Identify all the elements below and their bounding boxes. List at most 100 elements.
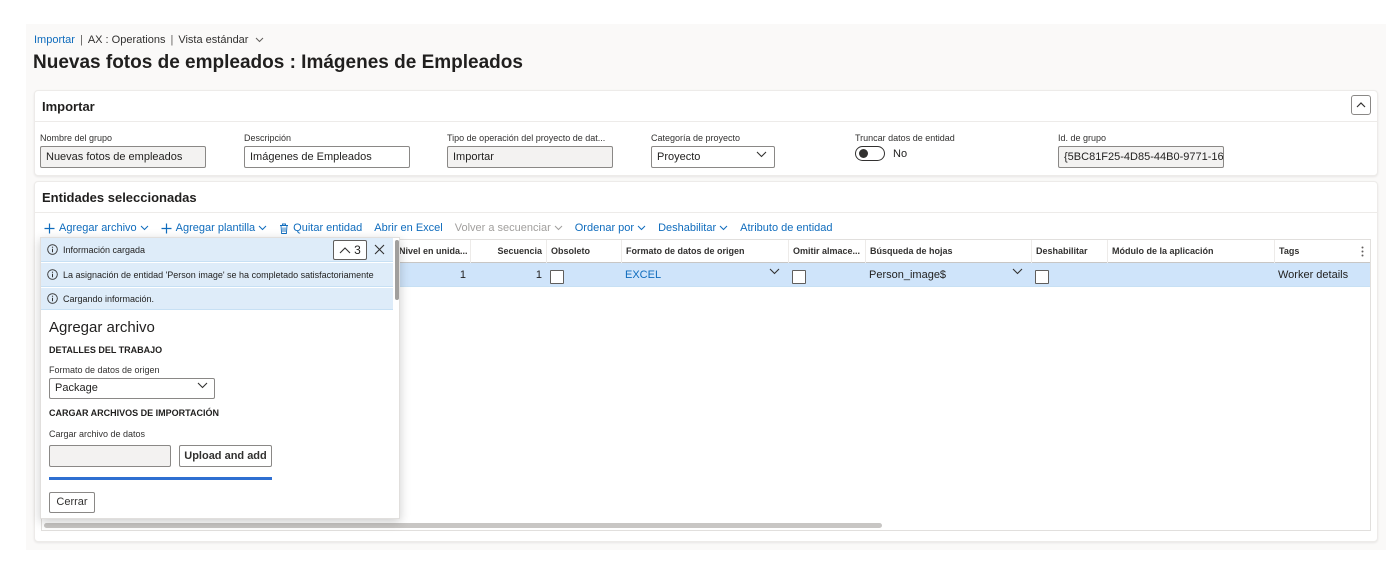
cell-disable	[1031, 263, 1107, 287]
column-header-sheet-lookup[interactable]: Búsqueda de hojas	[865, 240, 1031, 263]
open-excel-button[interactable]: Abrir en Excel	[374, 222, 442, 234]
cell-tags[interactable]: Worker details	[1274, 263, 1370, 287]
skip-staging-checkbox[interactable]	[792, 270, 806, 285]
chevron-down-icon	[554, 225, 563, 231]
column-header-obsolete[interactable]: Obsoleto	[546, 240, 621, 263]
add-file-label: Agregar archivo	[59, 222, 137, 234]
horizontal-scrollbar[interactable]	[44, 523, 882, 528]
panel-divider	[35, 121, 1377, 122]
cell-sheet-lookup[interactable]: Person_image$	[865, 263, 1031, 287]
info-icon	[47, 244, 58, 255]
column-header-sequence[interactable]: Secuencia	[470, 240, 546, 263]
chevron-down-icon	[637, 225, 646, 231]
remove-entity-button[interactable]: Quitar entidad	[279, 222, 362, 234]
chevron-up-icon	[339, 246, 351, 253]
chevron-down-icon	[769, 268, 780, 275]
panel-divider	[35, 212, 1377, 213]
add-file-button[interactable]: Agregar archivo	[44, 222, 149, 234]
cell-skip-staging	[788, 263, 865, 287]
disable-label: Deshabilitar	[658, 222, 717, 234]
cell-unit-level[interactable]: 1	[394, 263, 470, 287]
upload-progress-bar	[49, 477, 272, 480]
message-bar-info: Cargando información.	[41, 288, 393, 310]
collapse-button[interactable]	[1351, 95, 1371, 115]
resequence-label: Volver a secuenciar	[454, 222, 551, 234]
operation-type-input[interactable]: Importar	[447, 146, 613, 168]
message-count: 3	[354, 243, 361, 257]
close-icon	[374, 244, 384, 254]
breadcrumb: Importar | AX : Operations | Vista estándar	[34, 34, 264, 46]
group-id-label: Id. de grupo	[1058, 133, 1107, 143]
breadcrumb-company: AX : Operations	[87, 34, 166, 46]
chevron-down-icon	[258, 225, 267, 231]
cell-source-format[interactable]: EXCEL	[621, 263, 788, 287]
column-header-disable[interactable]: Deshabilitar	[1031, 240, 1107, 263]
import-panel-title[interactable]: Importar	[42, 99, 95, 114]
description-input[interactable]: Imágenes de Empleados	[244, 146, 410, 168]
message-count-button[interactable]: 3	[333, 240, 367, 260]
message-text: Cargando información.	[63, 293, 155, 304]
disable-button[interactable]: Deshabilitar	[658, 222, 728, 234]
project-category-field: Categoría de proyecto Proyecto	[651, 133, 775, 168]
entities-panel-title[interactable]: Entidades seleccionadas	[42, 190, 197, 205]
truncate-toggle[interactable]	[855, 146, 885, 161]
entity-attribute-button[interactable]: Atributo de entidad	[740, 222, 832, 234]
close-button[interactable]: Cerrar	[49, 492, 95, 513]
description-label: Descripción	[244, 133, 292, 143]
add-file-title: Agregar archivo	[49, 319, 155, 336]
group-name-input[interactable]: Nuevas fotos de empleados	[40, 146, 206, 168]
close-messages-button[interactable]	[372, 242, 386, 256]
toggle-knob	[859, 149, 868, 158]
entities-toolbar: Agregar archivo Agregar plantilla Quitar…	[44, 220, 845, 236]
column-header-unit-level[interactable]: Nivel en unida...	[394, 240, 470, 263]
message-text: Información cargada	[63, 244, 146, 255]
cell-sequence[interactable]: 1	[470, 263, 546, 287]
column-header-source-format[interactable]: Formato de datos de origen	[621, 240, 788, 263]
breadcrumb-import-link[interactable]: Importar	[34, 34, 75, 46]
chevron-down-icon	[719, 225, 728, 231]
job-details-heading: DETALLES DEL TRABAJO	[49, 345, 163, 355]
truncate-field: Truncar datos de entidad No	[855, 133, 955, 161]
chevron-down-icon	[197, 382, 208, 389]
cell-app-module[interactable]	[1107, 263, 1274, 287]
column-header-tags[interactable]: Tags	[1274, 240, 1370, 263]
truncate-value: No	[893, 147, 908, 160]
column-header-app-module[interactable]: Módulo de la aplicación	[1107, 240, 1274, 263]
source-format-label: Formato de datos de origen	[49, 365, 160, 375]
remove-entity-label: Quitar entidad	[293, 222, 363, 234]
disable-checkbox[interactable]	[1035, 270, 1049, 285]
info-icon	[47, 269, 58, 280]
breadcrumb-separator: |	[170, 34, 174, 46]
add-template-label: Agregar plantilla	[175, 222, 256, 234]
vertical-scrollbar[interactable]	[395, 240, 399, 300]
plus-icon	[44, 223, 55, 233]
resequence-button[interactable]: Volver a secuenciar	[455, 222, 563, 234]
upload-section-heading: CARGAR ARCHIVOS DE IMPORTACIÓN	[49, 408, 220, 418]
project-category-value: Proyecto	[657, 151, 701, 163]
source-format-value: EXCEL	[625, 269, 662, 281]
column-header-tags-label: Tags	[1279, 246, 1300, 256]
upload-progress-fill	[49, 477, 272, 480]
message-text: La asignación de entidad 'Person image' …	[63, 269, 374, 280]
view-selector[interactable]: Vista estándar	[178, 34, 263, 46]
add-template-button[interactable]: Agregar plantilla	[161, 222, 268, 234]
import-panel: Importar Nombre del grupo Nuevas fotos d…	[34, 90, 1378, 176]
more-options-icon[interactable]	[1361, 246, 1364, 257]
source-format-select[interactable]: Package	[49, 378, 215, 399]
truncate-label: Truncar datos de entidad	[855, 133, 955, 143]
message-bar-info: La asignación de entidad 'Person image' …	[41, 263, 393, 287]
upload-and-add-button[interactable]: Upload and add	[179, 445, 272, 467]
file-name-field[interactable]	[49, 445, 171, 467]
project-category-label: Categoría de proyecto	[651, 133, 741, 143]
view-selector-label: Vista estándar	[178, 34, 249, 46]
sort-by-button[interactable]: Ordenar por	[575, 222, 646, 234]
upload-file-label: Cargar archivo de datos	[49, 429, 146, 439]
open-excel-label: Abrir en Excel	[374, 222, 443, 234]
obsolete-checkbox[interactable]	[550, 270, 564, 285]
column-header-skip-staging[interactable]: Omitir almace...	[788, 240, 865, 263]
message-bar-info: Información cargada 3	[41, 238, 393, 262]
project-category-select[interactable]: Proyecto	[651, 146, 775, 168]
chevron-down-icon	[140, 225, 149, 231]
group-id-input[interactable]: {5BC81F25-4D85-44B0-9771-16...	[1058, 146, 1224, 168]
trash-icon	[280, 223, 289, 234]
